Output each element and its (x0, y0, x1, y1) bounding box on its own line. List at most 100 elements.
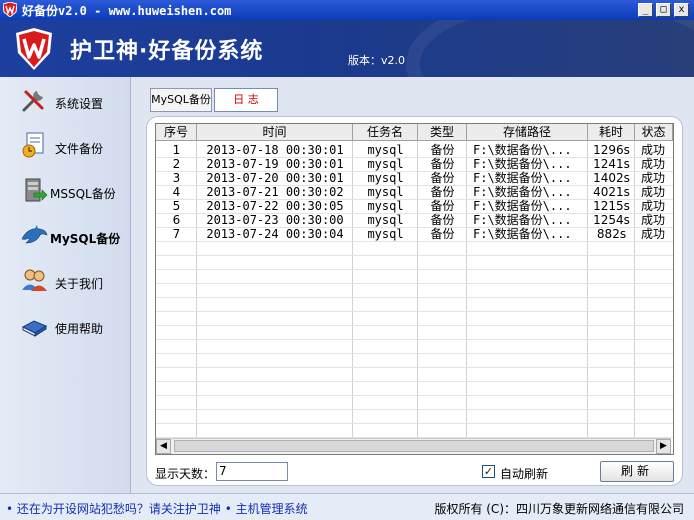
table-cell: 成功 (641, 227, 666, 241)
column-header-type[interactable]: 类型 (418, 124, 467, 141)
copyright-text: 版权所有 (C)：四川万象更新网络通信有限公司 (434, 502, 684, 516)
sidebar-item-settings[interactable]: 系统设置 (0, 82, 130, 122)
table-cell: 1 (172, 143, 181, 157)
table-cell: 3 (172, 171, 181, 185)
row-divider (156, 241, 673, 242)
document-clock-icon (22, 132, 44, 158)
maximize-button[interactable]: □ (656, 3, 671, 17)
header-decoration (406, 20, 694, 77)
log-table[interactable]: 序号 时间 任务名 类型 存储路径 耗时 状态 1 2013-07-18 00:3… (155, 123, 674, 455)
days-label: 显示天数： (155, 467, 216, 481)
table-cell: F:\数据备份\... (473, 143, 572, 157)
row-divider (156, 297, 673, 298)
table-cell: 6 (172, 213, 181, 227)
column-header-task[interactable]: 任务名 (353, 124, 418, 141)
scroll-right-arrow-icon[interactable]: ▶ (656, 439, 671, 454)
horizontal-scrollbar[interactable]: ◀ ▶ (156, 438, 671, 454)
minimize-button[interactable]: _ (638, 3, 653, 17)
table-cell: mysql (367, 143, 404, 157)
tab-mysql-backup[interactable]: MySQL备份 (150, 88, 212, 112)
table-cell: 7 (172, 227, 181, 241)
row-divider (156, 409, 673, 410)
column-header-status[interactable]: 状态 (635, 124, 673, 141)
row-divider (156, 283, 673, 284)
window-title: 好备份v2.0 - www.huweishen.com (22, 4, 232, 18)
sidebar-item-label: 使用帮助 (55, 322, 104, 336)
table-cell: mysql (367, 199, 404, 213)
table-cell: 1296s (593, 143, 630, 157)
row-divider (156, 353, 673, 354)
table-cell: 2013-07-22 00:30:05 (206, 199, 344, 213)
table-cell: mysql (367, 171, 404, 185)
window-titlebar[interactable]: 好备份v2.0 - www.huweishen.com _ □ x (0, 0, 694, 20)
table-cell: 成功 (641, 143, 666, 157)
row-divider (156, 339, 673, 340)
shield-logo-icon (16, 28, 52, 70)
table-cell: 2013-07-21 00:30:02 (206, 185, 344, 199)
sidebar: 系统设置 文件备份 MSSQL备份 MySQL备份 关于我们 使用帮助 (0, 77, 131, 493)
row-divider (156, 311, 673, 312)
sidebar-item-about[interactable]: 关于我们 (0, 262, 130, 302)
sidebar-item-label: 文件备份 (55, 142, 104, 156)
table-cell: 备份 (430, 227, 455, 241)
table-cell: 备份 (430, 185, 455, 199)
table-cell: 1241s (593, 157, 630, 171)
table-cell: 备份 (430, 199, 455, 213)
table-cell: 成功 (641, 185, 666, 199)
mssql-icon (25, 178, 48, 202)
table-cell: 2013-07-23 00:30:00 (206, 213, 344, 227)
table-cell: 1402s (593, 171, 630, 185)
row-divider (156, 381, 673, 382)
promo-link[interactable]: • 还在为开设网站犯愁吗？请关注护卫神 • 主机管理系统 (6, 500, 308, 517)
table-cell: 成功 (641, 199, 666, 213)
table-cell: 成功 (641, 171, 666, 185)
tools-icon (22, 90, 44, 112)
sidebar-item-mysql-backup[interactable]: MySQL备份 (0, 217, 130, 257)
table-cell: 备份 (430, 171, 455, 185)
row-divider (156, 269, 673, 270)
table-cell: F:\数据备份\... (473, 199, 572, 213)
table-cell: 备份 (430, 157, 455, 171)
column-header-duration[interactable]: 耗时 (588, 124, 635, 141)
table-cell: 4021s (593, 185, 630, 199)
sidebar-item-mssql-backup[interactable]: MSSQL备份 (0, 172, 130, 212)
table-cell: 备份 (430, 213, 455, 227)
scroll-left-arrow-icon[interactable]: ◀ (156, 439, 171, 454)
auto-refresh-label: 自动刷新 (500, 467, 549, 481)
app-shield-icon (3, 2, 17, 17)
auto-refresh-checkbox[interactable]: ✓ (482, 465, 495, 478)
sidebar-item-label: 关于我们 (55, 277, 104, 291)
row-divider (156, 325, 673, 326)
app-title: 护卫神·好备份系统 (70, 39, 264, 64)
table-cell: 1254s (593, 213, 630, 227)
scroll-thumb[interactable] (174, 440, 654, 452)
status-bar: • 还在为开设网站犯愁吗？请关注护卫神 • 主机管理系统 版权所有 (C)：四川… (0, 493, 694, 520)
column-header-path[interactable]: 存储路径 (467, 124, 588, 141)
sidebar-item-label: 系统设置 (55, 97, 104, 111)
column-header-index[interactable]: 序号 (156, 124, 197, 141)
table-cell: F:\数据备份\... (473, 157, 572, 171)
table-cell: 2013-07-24 00:30:04 (206, 227, 344, 241)
tab-log[interactable]: 日 志 (214, 88, 278, 112)
users-icon (22, 269, 47, 291)
table-cell: F:\数据备份\... (473, 227, 572, 241)
table-cell: F:\数据备份\... (473, 171, 572, 185)
dolphin-icon (21, 225, 48, 244)
table-cell: 成功 (641, 213, 666, 227)
table-cell: 5 (172, 199, 181, 213)
refresh-button[interactable]: 刷新 (600, 461, 674, 482)
table-cell: 2013-07-20 00:30:01 (206, 171, 344, 185)
sidebar-item-help[interactable]: 使用帮助 (0, 307, 130, 347)
table-cell: 4 (172, 185, 181, 199)
sidebar-item-file-backup[interactable]: 文件备份 (0, 127, 130, 167)
table-cell: 882s (596, 227, 627, 241)
row-divider (156, 423, 673, 424)
close-button[interactable]: x (674, 3, 689, 17)
table-cell: mysql (367, 213, 404, 227)
table-cell: 2013-07-18 00:30:01 (206, 143, 344, 157)
table-cell: 1215s (593, 199, 630, 213)
days-input[interactable]: 7 (216, 462, 288, 481)
table-cell: 2 (172, 157, 181, 171)
sidebar-item-label: MySQL备份 (50, 232, 121, 246)
column-header-time[interactable]: 时间 (197, 124, 353, 141)
